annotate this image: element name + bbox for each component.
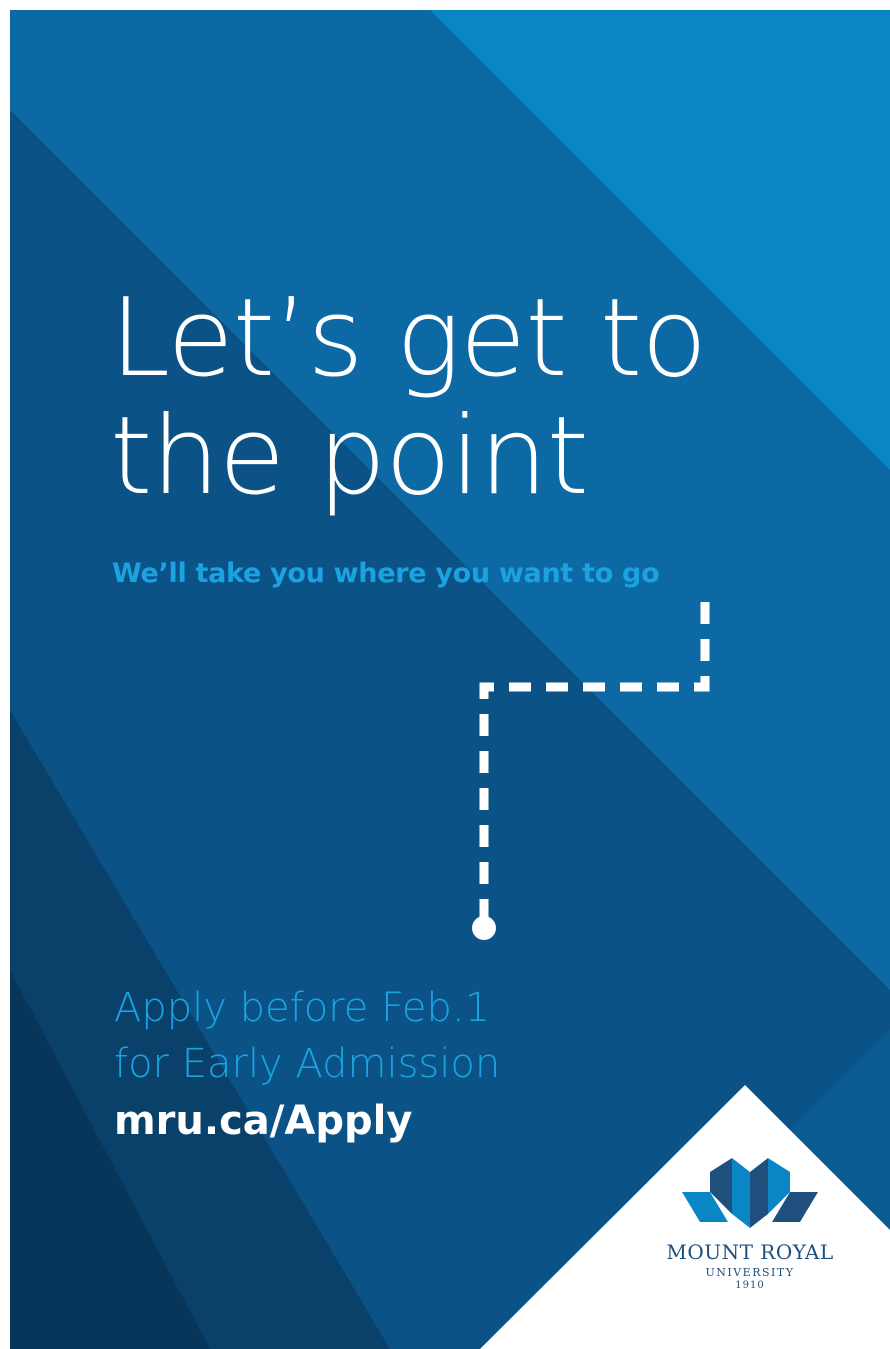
logo-year: 1910: [735, 1280, 765, 1291]
cta-text: Apply before Feb.1 for Early Admission: [114, 980, 500, 1092]
destination-dot-icon: [472, 916, 496, 940]
logo-name: MOUNT ROYAL: [666, 1240, 834, 1264]
poster: Let’s get to the point We’ll take you wh…: [10, 10, 890, 1349]
cta-line-1: Apply before Feb.1: [114, 985, 491, 1031]
apply-url[interactable]: mru.ca/Apply: [114, 1098, 412, 1144]
dashed-path-icon: [472, 602, 710, 940]
university-logo: MOUNT ROYAL UNIVERSITY 1910: [610, 1152, 890, 1342]
logo-subtitle: UNIVERSITY: [705, 1266, 795, 1279]
cta-line-2: for Early Admission: [114, 1041, 501, 1087]
crown-mark-icon: [682, 1158, 818, 1228]
